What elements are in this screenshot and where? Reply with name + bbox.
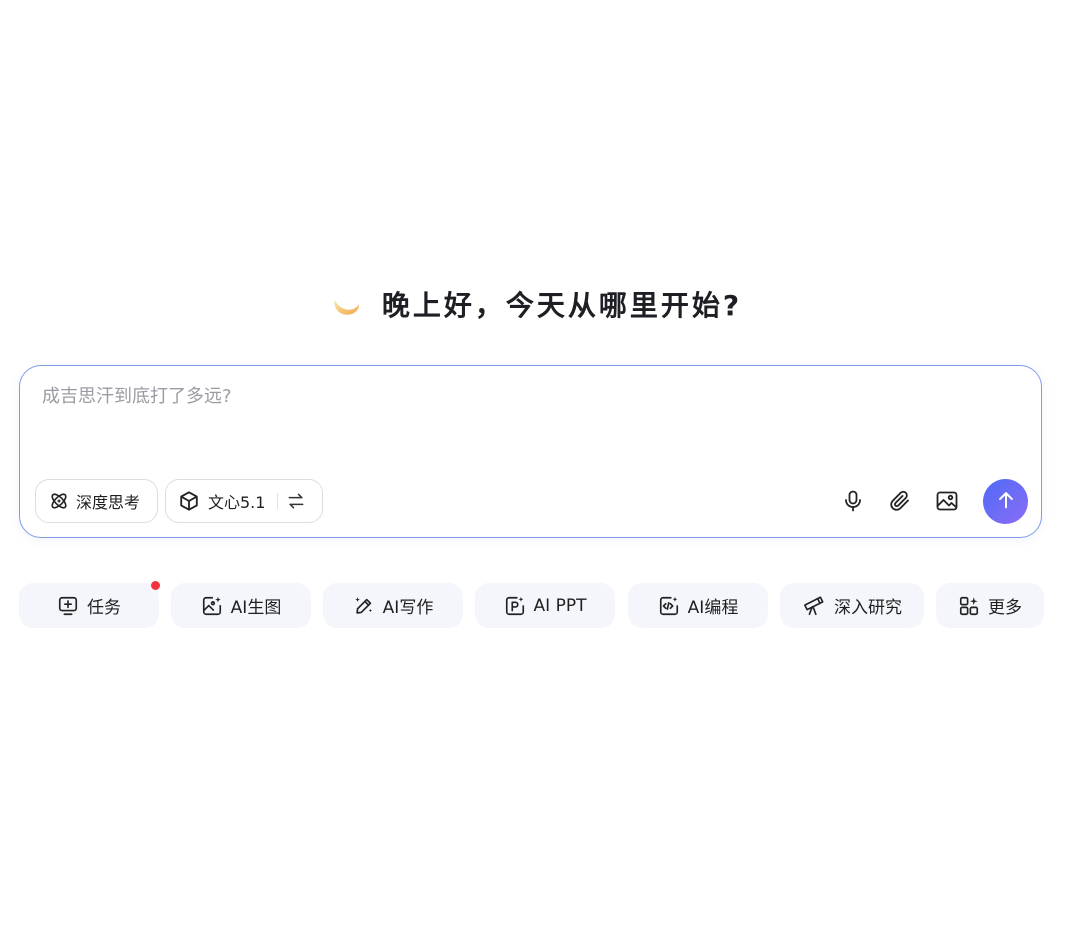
quick-action-label: 任务 xyxy=(87,598,121,618)
quick-action-ai-image[interactable]: AI生图 xyxy=(171,583,311,628)
ppt-icon xyxy=(504,595,526,617)
model-selector[interactable]: 文心5.1 xyxy=(165,479,323,523)
quick-action-ai-coding[interactable]: AI编程 xyxy=(628,583,768,628)
model-cube-icon xyxy=(178,490,200,512)
quick-action-ai-ppt[interactable]: AI PPT xyxy=(475,583,615,628)
chip-divider xyxy=(277,493,279,509)
arrow-up-icon xyxy=(995,489,1017,515)
microphone-icon[interactable] xyxy=(840,488,866,514)
quick-actions: 任务 AI生图 AI写作 AI PPT AI编程 深入研究 更多 xyxy=(19,581,1044,628)
quick-action-more[interactable]: 更多 xyxy=(936,583,1044,628)
quick-action-ai-writing[interactable]: AI写作 xyxy=(323,583,463,628)
model-label: 文心5.1 xyxy=(208,493,266,512)
swap-arrows-icon[interactable] xyxy=(286,491,306,511)
image-upload-icon[interactable] xyxy=(934,488,960,514)
notification-badge xyxy=(151,581,160,590)
atom-icon xyxy=(48,490,70,512)
paperclip-icon[interactable] xyxy=(887,488,913,514)
deep-think-label: 深度思考 xyxy=(76,493,141,512)
quick-action-label: AI PPT xyxy=(533,595,587,616)
quick-action-label: AI写作 xyxy=(382,598,434,618)
apps-grid-icon xyxy=(958,595,980,617)
deep-think-toggle[interactable]: 深度思考 xyxy=(35,479,158,523)
greeting: 晚上好，今天从哪里开始? xyxy=(0,282,1072,326)
quick-action-label: 深入研究 xyxy=(834,598,902,618)
prompt-input[interactable] xyxy=(40,380,1024,412)
pen-sparkle-icon xyxy=(353,595,375,617)
code-icon xyxy=(658,595,680,617)
task-icon xyxy=(57,595,79,617)
quick-action-task[interactable]: 任务 xyxy=(19,581,160,628)
quick-action-deep-research[interactable]: 深入研究 xyxy=(780,583,924,628)
image-gen-icon xyxy=(201,595,223,617)
crescent-moon-icon xyxy=(330,288,362,320)
greeting-title: 晚上好，今天从哪里开始? xyxy=(381,289,743,322)
prompt-composer: 深度思考 文心5.1 xyxy=(19,365,1042,538)
quick-action-label: 更多 xyxy=(988,598,1022,618)
quick-action-label: AI生图 xyxy=(230,598,282,618)
send-button[interactable] xyxy=(983,479,1028,524)
quick-action-label: AI编程 xyxy=(687,598,739,618)
telescope-icon xyxy=(802,595,826,617)
